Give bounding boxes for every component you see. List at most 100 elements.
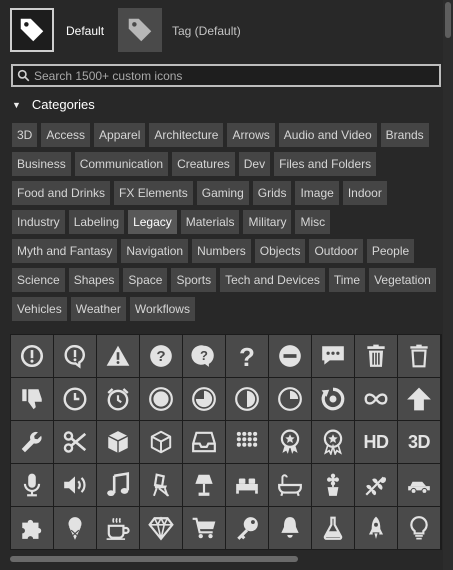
icon-cell[interactable] [355,507,397,549]
icon-cell[interactable] [398,507,440,549]
search-box[interactable] [11,64,441,87]
category-chip[interactable]: Indoor [342,181,387,205]
category-chip[interactable]: Business [12,152,71,176]
category-chip[interactable]: Communication [74,152,169,176]
icon-cell[interactable] [54,507,96,549]
category-chip[interactable]: Military [243,210,292,234]
icon-cell[interactable] [97,335,139,377]
category-chip[interactable]: Industry [12,210,65,234]
icon-cell[interactable] [355,464,397,506]
category-chip[interactable]: Vehicles [12,297,67,321]
icon-cell[interactable] [140,464,182,506]
category-chip[interactable]: Weather [70,297,126,321]
icon-cell[interactable] [183,464,225,506]
category-chip[interactable]: Space [123,268,168,292]
icon-cell[interactable] [11,335,53,377]
category-chip[interactable]: Gaming [196,181,249,205]
icon-cell[interactable] [312,421,354,463]
category-chip[interactable]: Tech and Devices [220,268,325,292]
icon-cell[interactable] [54,464,96,506]
icon-cell[interactable] [54,378,96,420]
icon-cell[interactable] [398,464,440,506]
category-chip[interactable]: Workflows [129,297,195,321]
category-chip[interactable]: Materials [180,210,240,234]
icon-cell[interactable]: HD [355,421,397,463]
search-input[interactable] [30,68,434,83]
category-chip[interactable]: Labeling [68,210,125,234]
category-chip[interactable]: Science [12,268,65,292]
category-chip[interactable]: Objects [254,239,306,263]
icon-cell[interactable]: ? [226,335,268,377]
icon-cell[interactable] [97,378,139,420]
icon-cell[interactable] [226,378,268,420]
icon-cell[interactable]: ? [140,335,182,377]
icon-cell[interactable] [183,507,225,549]
icon-cell[interactable] [226,464,268,506]
icon-cell[interactable] [11,464,53,506]
icon-cell[interactable] [269,507,311,549]
icon-cell[interactable] [269,421,311,463]
scrollbar-thumb[interactable] [445,2,451,38]
icon-cell[interactable] [398,378,440,420]
icon-cell[interactable] [355,378,397,420]
icon-cell[interactable] [312,507,354,549]
category-chip[interactable]: Architecture [149,123,224,147]
icon-cell[interactable] [312,464,354,506]
tag-alt-button[interactable] [118,8,162,52]
category-chip[interactable]: Numbers [192,239,251,263]
icon-cell[interactable] [183,421,225,463]
icon-cell[interactable] [269,464,311,506]
icon-cell[interactable]: 3D [398,421,440,463]
tag-alt-label[interactable]: Tag (Default) [172,24,241,38]
icon-cell[interactable] [355,335,397,377]
icon-cell[interactable] [54,421,96,463]
icon-cell[interactable] [11,378,53,420]
icon-cell[interactable] [269,335,311,377]
category-chip[interactable]: Access [41,123,91,147]
category-chip[interactable]: FX Elements [114,181,193,205]
category-chip[interactable]: Apparel [94,123,146,147]
category-chip[interactable]: Sports [171,268,217,292]
category-chip[interactable]: People [366,239,415,263]
category-chip[interactable]: Audio and Video [278,123,377,147]
category-chip[interactable]: Creatures [172,152,235,176]
icon-cell[interactable] [54,335,96,377]
icon-cell[interactable] [183,378,225,420]
icon-cell[interactable] [312,335,354,377]
icon-cell[interactable] [97,464,139,506]
category-chip[interactable]: Navigation [121,239,189,263]
icon-cell[interactable] [226,507,268,549]
category-chip[interactable]: Legacy [128,210,177,234]
icon-cell[interactable] [226,421,268,463]
icon-cell[interactable] [398,335,440,377]
category-chip[interactable]: Time [328,268,366,292]
horizontal-scrollbar[interactable] [10,556,298,562]
icon-cell[interactable] [140,378,182,420]
category-chip[interactable]: 3D [12,123,38,147]
category-chip[interactable]: Misc [295,210,331,234]
category-chip[interactable]: Shapes [68,268,120,292]
category-chip[interactable]: Brands [380,123,429,147]
categories-toggle[interactable]: ▼ Categories [12,97,95,112]
icon-cell[interactable] [11,421,53,463]
category-chip[interactable]: Outdoor [309,239,363,263]
vertical-scrollbar[interactable] [443,0,453,570]
icon-cell[interactable] [97,507,139,549]
icon-cell[interactable] [11,507,53,549]
category-chip[interactable]: Arrows [227,123,275,147]
icon-cell[interactable] [97,421,139,463]
category-chip[interactable]: Vegetation [369,268,436,292]
category-chip[interactable]: Myth and Fantasy [12,239,118,263]
icon-cell[interactable] [312,378,354,420]
icon-cell[interactable] [140,421,182,463]
tag-default-label[interactable]: Default [66,24,104,38]
category-chip[interactable]: Image [295,181,339,205]
category-chip[interactable]: Grids [252,181,292,205]
tag-default-button[interactable] [10,8,54,52]
category-chip[interactable]: Files and Folders [274,152,377,176]
category-chip[interactable]: Food and Drinks [12,181,111,205]
category-chip[interactable]: Dev [238,152,271,176]
icon-cell[interactable] [269,378,311,420]
icon-cell[interactable] [140,507,182,549]
icon-cell[interactable]: ? [183,335,225,377]
